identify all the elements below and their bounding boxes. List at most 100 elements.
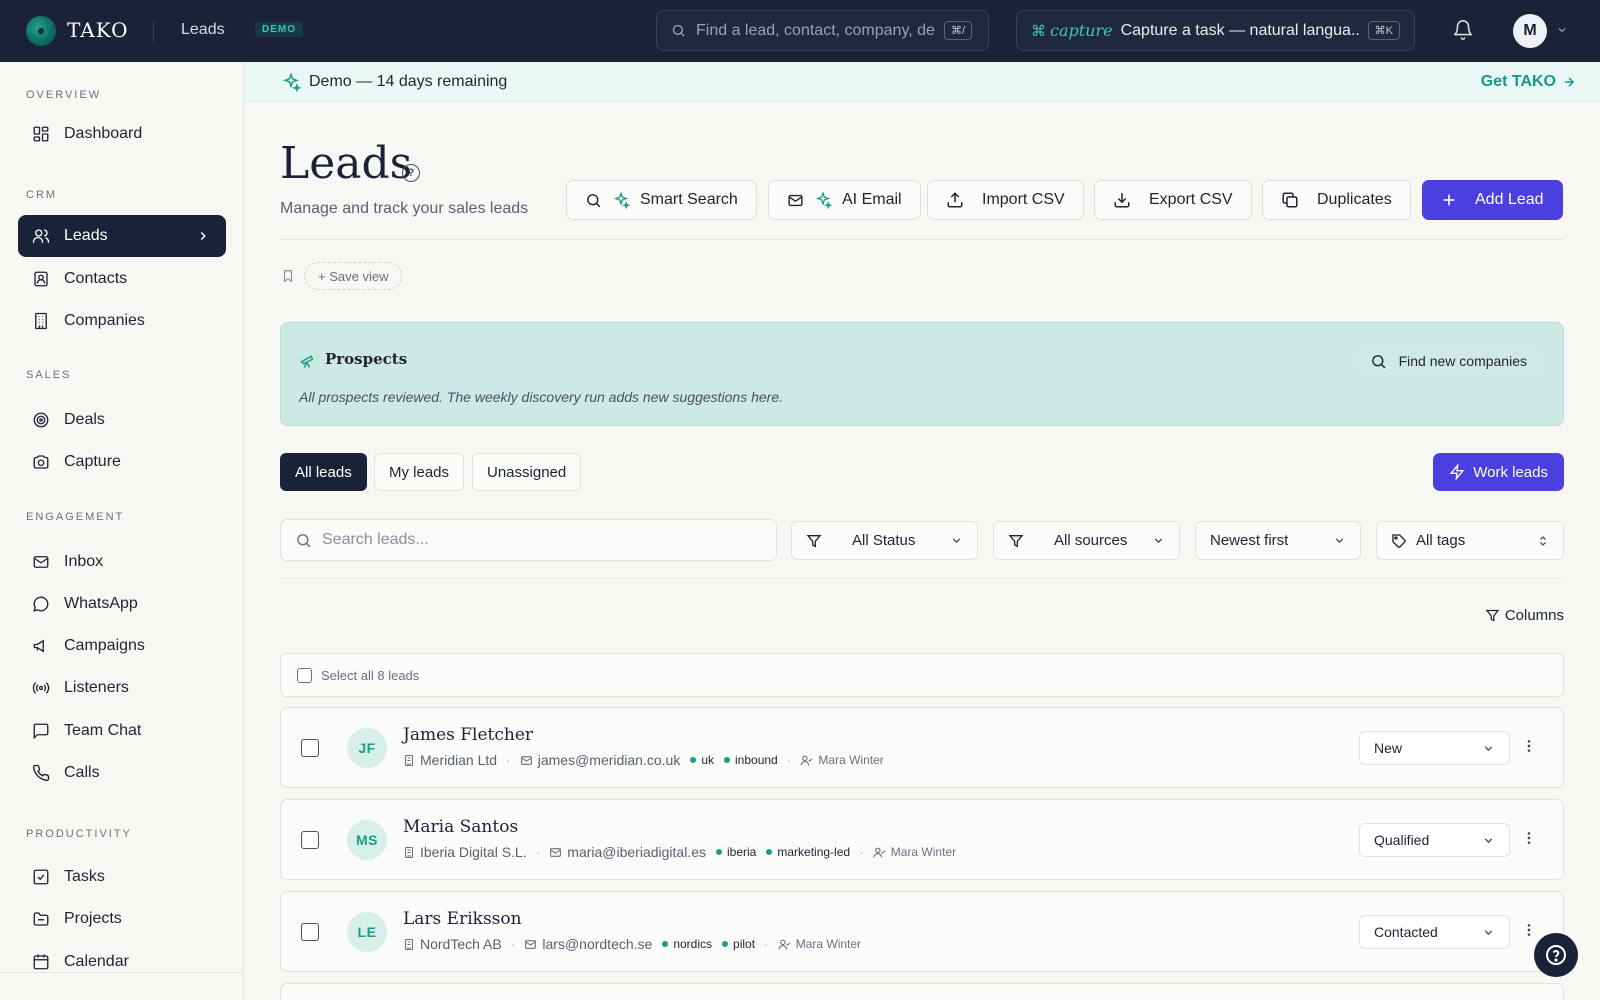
- sidebar-item-label: Calendar: [64, 953, 129, 970]
- sidebar-item-tasks[interactable]: Tasks: [18, 856, 226, 898]
- tag-dot: [766, 849, 773, 855]
- ai-email-button[interactable]: AI Email: [768, 180, 921, 220]
- sidebar-item-leads[interactable]: Leads: [18, 215, 226, 257]
- avatar: MS: [347, 820, 387, 860]
- help-button[interactable]: [1534, 933, 1578, 977]
- lead-tag: inbound: [724, 753, 778, 767]
- table-row[interactable]: LE Lars Eriksson NordTech AB · lars@nord…: [280, 891, 1564, 972]
- sidebar-item-calls[interactable]: Calls: [18, 752, 226, 794]
- import-csv-label: Import CSV: [982, 191, 1065, 208]
- search-icon: [295, 532, 312, 549]
- columns-label: Columns: [1504, 607, 1564, 624]
- tako-logo-icon[interactable]: [26, 16, 56, 46]
- lead-email[interactable]: maria@iberiadigital.es: [567, 844, 706, 860]
- add-lead-button[interactable]: Add Lead: [1422, 180, 1563, 220]
- lead-name[interactable]: James Fletcher: [403, 725, 533, 745]
- lead-company: NordTech AB: [420, 936, 502, 952]
- tab-all-leads[interactable]: All leads: [280, 453, 367, 491]
- lead-meta: Meridian Ltd · james@meridian.co.uk uk i…: [403, 752, 884, 768]
- sparkle-icon: [281, 72, 301, 92]
- phone-icon: [31, 763, 51, 783]
- camera-icon: [31, 452, 51, 472]
- lead-name[interactable]: Lars Eriksson: [403, 909, 522, 929]
- lead-company: Meridian Ltd: [420, 752, 498, 768]
- lead-email[interactable]: james@meridian.co.uk: [538, 752, 681, 768]
- sidebar-item-inbox[interactable]: Inbox: [18, 541, 226, 583]
- sidebar-item-label: Listeners: [64, 679, 129, 696]
- bell-icon[interactable]: [1452, 19, 1474, 41]
- building-icon: [403, 938, 415, 951]
- table-row[interactable]: MS Maria Santos Iberia Digital S.L. · ma…: [280, 799, 1564, 880]
- sidebar-heading-productivity: PRODUCTIVITY: [26, 828, 132, 840]
- plus-icon: [1441, 192, 1457, 208]
- smart-search-button[interactable]: Smart Search: [566, 180, 757, 220]
- duplicates-button[interactable]: Duplicates: [1262, 180, 1411, 220]
- source-filter-select[interactable]: All sources: [993, 521, 1180, 560]
- status-filter-select[interactable]: All Status: [791, 521, 978, 560]
- get-tako-link[interactable]: Get TAKO: [1481, 73, 1576, 91]
- help-circle-icon[interactable]: ?: [402, 164, 420, 182]
- telescope-icon: [299, 351, 317, 369]
- app-logo-text[interactable]: TAKO: [67, 18, 129, 42]
- bookmark-icon[interactable]: [281, 268, 295, 284]
- lead-email[interactable]: lars@nordtech.se: [542, 936, 652, 952]
- lead-status-select[interactable]: Qualified: [1359, 823, 1510, 857]
- lead-status-value: Qualified: [1374, 832, 1430, 848]
- sidebar-item-team-chat[interactable]: Team Chat: [18, 710, 226, 752]
- lead-search-box[interactable]: [280, 519, 777, 561]
- more-vertical-icon[interactable]: [1521, 829, 1537, 847]
- user-avatar[interactable]: M: [1513, 14, 1547, 48]
- divider: [280, 578, 1564, 579]
- more-vertical-icon[interactable]: [1521, 921, 1537, 939]
- sidebar-item-contacts[interactable]: Contacts: [18, 258, 226, 300]
- target-icon: [31, 410, 51, 430]
- sidebar-item-whatsapp[interactable]: WhatsApp: [18, 583, 226, 625]
- capture-label: capture: [1050, 21, 1113, 40]
- sidebar-item-label: WhatsApp: [64, 595, 138, 612]
- row-checkbox[interactable]: [301, 739, 319, 757]
- lead-tag: marketing-led: [766, 845, 850, 859]
- sidebar-item-companies[interactable]: Companies: [18, 300, 226, 342]
- tags-filter-select[interactable]: All tags: [1376, 521, 1564, 560]
- page-title: Leads: [280, 138, 413, 189]
- table-row[interactable]: [280, 983, 1564, 1000]
- tab-my-leads[interactable]: My leads: [374, 453, 465, 491]
- lead-name[interactable]: Maria Santos: [403, 817, 518, 837]
- row-checkbox[interactable]: [301, 923, 319, 941]
- save-view-button[interactable]: + Save view: [304, 262, 403, 290]
- sidebar-item-listeners[interactable]: Listeners: [18, 667, 226, 709]
- sidebar-item-projects[interactable]: Projects: [18, 898, 226, 940]
- global-search-input[interactable]: Find a lead, contact, company, de ⌘/: [656, 10, 989, 51]
- work-leads-button[interactable]: Work leads: [1433, 453, 1564, 491]
- checkbox-icon: [31, 867, 51, 887]
- sidebar-item-capture[interactable]: Capture: [18, 441, 226, 483]
- lead-status-select[interactable]: New: [1359, 731, 1510, 765]
- columns-button[interactable]: Columns: [1485, 607, 1564, 624]
- sidebar-item-dashboard[interactable]: Dashboard: [18, 113, 226, 155]
- sidebar-item-deals[interactable]: Deals: [18, 399, 226, 441]
- select-all-checkbox[interactable]: [297, 667, 312, 683]
- quick-capture-input[interactable]: ⌘ capture Capture a task — natural langu…: [1016, 10, 1415, 51]
- sort-select[interactable]: Newest first: [1195, 521, 1361, 560]
- lead-search-input[interactable]: [322, 531, 742, 549]
- lead-company: Iberia Digital S.L.: [420, 844, 527, 860]
- row-checkbox[interactable]: [301, 831, 319, 849]
- tab-unassigned[interactable]: Unassigned: [472, 453, 582, 491]
- lead-status-select[interactable]: Contacted: [1359, 915, 1510, 949]
- capture-shortcut-hint: ⌘K: [1367, 21, 1400, 40]
- more-vertical-icon[interactable]: [1521, 737, 1537, 755]
- sidebar-item-campaigns[interactable]: Campaigns: [18, 625, 226, 667]
- sidebar-item-label: Calls: [64, 764, 100, 781]
- import-csv-button[interactable]: Import CSV: [927, 180, 1084, 220]
- tag-label: iberia: [727, 845, 757, 859]
- dashboard-icon: [31, 124, 51, 144]
- filter-icon: [806, 533, 822, 549]
- export-csv-button[interactable]: Export CSV: [1094, 180, 1252, 220]
- sidebar-item-calendar[interactable]: Calendar: [18, 941, 226, 983]
- find-new-companies-button[interactable]: Find new companies: [1357, 345, 1539, 377]
- prospects-panel: Prospects All prospects reviewed. The we…: [280, 322, 1564, 426]
- table-row[interactable]: JF James Fletcher Meridian Ltd · james@m…: [280, 707, 1564, 788]
- chevron-down-icon[interactable]: [1556, 24, 1568, 36]
- sidebar-heading-overview: OVERVIEW: [26, 89, 102, 101]
- smart-search-label: Smart Search: [640, 191, 738, 208]
